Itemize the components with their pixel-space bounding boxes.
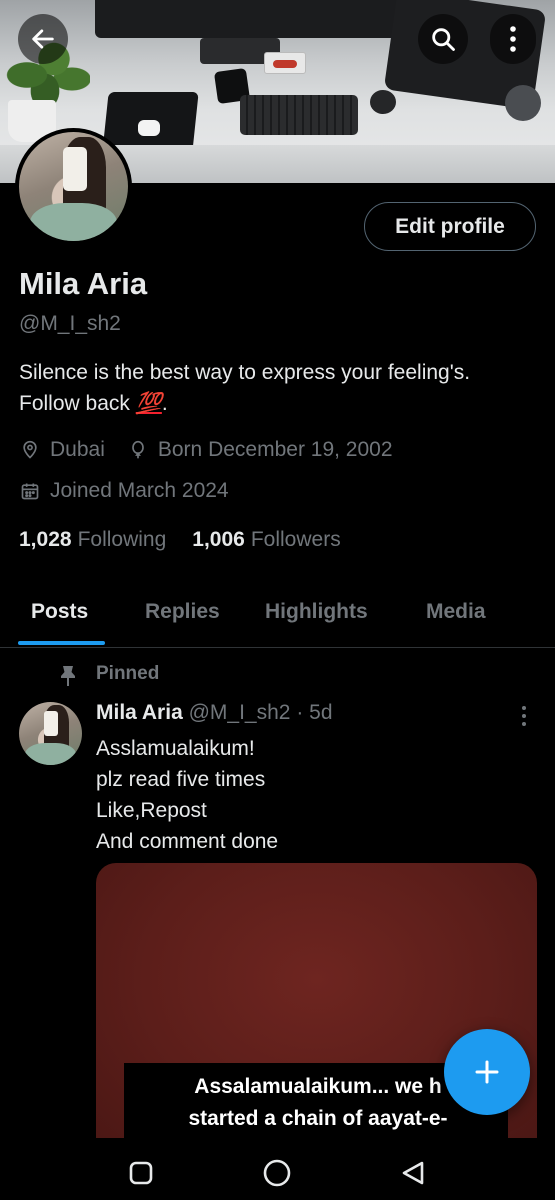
edit-profile-button[interactable]: Edit profile bbox=[364, 202, 536, 251]
profile-bio: Silence is the best way to express your … bbox=[19, 357, 544, 419]
calendar-icon bbox=[19, 480, 41, 502]
bio-follow-back: Follow back bbox=[19, 392, 136, 415]
profile-stats: 1,028 Following 1,006 Followers bbox=[19, 528, 367, 552]
circle-icon bbox=[263, 1159, 291, 1187]
profile-handle: @M_I_sh2 bbox=[19, 312, 121, 335]
post-line: And comment done bbox=[96, 830, 279, 853]
profile-meta-row-1: Dubai Born December 19, 2002 bbox=[19, 438, 393, 462]
search-icon bbox=[432, 28, 455, 51]
post-author-name[interactable]: Mila Aria bbox=[96, 701, 183, 724]
pinned-label: Pinned bbox=[96, 663, 160, 684]
post-author-handle: @M_I_sh2 bbox=[188, 701, 291, 724]
post-author-avatar[interactable] bbox=[19, 702, 82, 765]
system-back-button[interactable] bbox=[398, 1158, 428, 1188]
profile-joined: Joined March 2024 bbox=[50, 479, 229, 502]
bio-period: . bbox=[161, 392, 168, 415]
arrow-left-icon bbox=[32, 29, 54, 49]
tab-highlights[interactable]: Highlights bbox=[265, 600, 368, 624]
pinned-indicator: Pinned bbox=[58, 663, 160, 686]
post-more-button[interactable] bbox=[514, 703, 534, 729]
tab-media[interactable]: Media bbox=[426, 600, 486, 624]
square-icon bbox=[129, 1161, 153, 1185]
pin-icon bbox=[58, 665, 78, 693]
banner-mouse bbox=[370, 90, 396, 114]
tab-replies[interactable]: Replies bbox=[145, 600, 220, 624]
banner-toy-car bbox=[264, 52, 306, 74]
banner-airpods bbox=[138, 120, 160, 136]
back-button[interactable] bbox=[18, 14, 68, 64]
banner-keyboard bbox=[240, 95, 358, 135]
post-header: Mila Aria @M_I_sh2 · 5d bbox=[96, 701, 333, 725]
more-options-button[interactable] bbox=[490, 14, 536, 64]
banner-laptop-stand bbox=[505, 85, 541, 121]
hundred-emoji: 💯 bbox=[135, 392, 162, 415]
system-navigation-bar bbox=[0, 1138, 555, 1200]
profile-location: Dubai bbox=[50, 438, 105, 461]
compose-fab[interactable] bbox=[444, 1029, 530, 1115]
profile-birthday: Born December 19, 2002 bbox=[157, 438, 393, 461]
more-vertical-icon bbox=[510, 26, 516, 52]
post-text: Asslamualaikum! plz read five times Like… bbox=[96, 733, 278, 857]
post-line: plz read five times bbox=[96, 768, 266, 791]
followers-count: 1,006 bbox=[192, 528, 245, 551]
following-count: 1,028 bbox=[19, 528, 72, 551]
home-button[interactable] bbox=[262, 1158, 292, 1188]
post-line: Like,Repost bbox=[96, 799, 207, 822]
profile-name: Mila Aria bbox=[19, 266, 148, 301]
more-vertical-icon bbox=[522, 706, 526, 726]
banner-monitor bbox=[95, 0, 415, 38]
profile-tabs: Posts Replies Highlights Media bbox=[0, 590, 555, 648]
location-pin-icon bbox=[19, 439, 41, 461]
following-link[interactable]: 1,028 Following bbox=[19, 528, 166, 552]
post-timestamp: 5d bbox=[309, 701, 333, 724]
avatar-image bbox=[19, 132, 128, 241]
search-button[interactable] bbox=[418, 14, 468, 64]
followers-link[interactable]: 1,006 Followers bbox=[192, 528, 340, 552]
profile-meta-row-2: Joined March 2024 bbox=[19, 479, 229, 503]
plus-icon bbox=[475, 1060, 499, 1084]
media-caption-line-1: Assalamualaikum... we h bbox=[194, 1075, 442, 1098]
profile-avatar[interactable] bbox=[15, 128, 132, 245]
media-caption-line-2: started a chain of aayat-e- bbox=[188, 1107, 448, 1130]
bio-line-2: Follow back 💯. bbox=[19, 388, 544, 419]
balloon-icon bbox=[127, 439, 149, 461]
post-separator: · bbox=[296, 701, 304, 724]
triangle-back-icon bbox=[402, 1161, 424, 1185]
followers-label: Followers bbox=[250, 528, 341, 551]
post-line: Asslamualaikum! bbox=[96, 737, 255, 760]
recents-button[interactable] bbox=[126, 1158, 156, 1188]
active-tab-indicator bbox=[18, 641, 105, 645]
tab-posts[interactable]: Posts bbox=[31, 600, 88, 624]
bio-line-1: Silence is the best way to express your … bbox=[19, 361, 471, 384]
following-label: Following bbox=[77, 528, 167, 551]
